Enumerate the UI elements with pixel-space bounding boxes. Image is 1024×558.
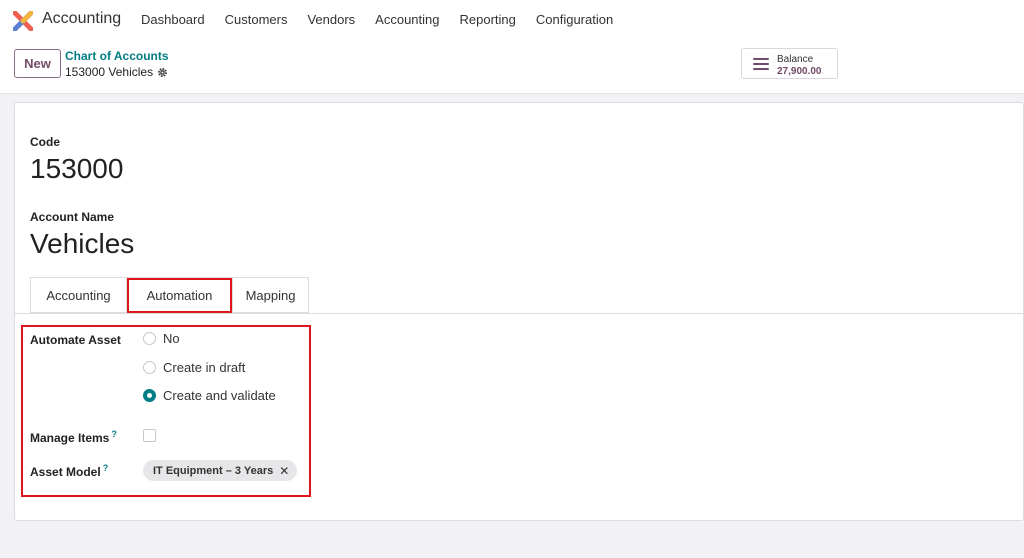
menu-reporting[interactable]: Reporting	[460, 12, 516, 27]
form-sheet: Code 153000 Account Name Vehicles Accoun…	[14, 102, 1024, 521]
menu-configuration[interactable]: Configuration	[536, 12, 613, 27]
bars-icon	[753, 58, 769, 71]
radio-create-in-draft-label: Create in draft	[163, 360, 246, 375]
menu-accounting[interactable]: Accounting	[375, 12, 439, 27]
account-name-value[interactable]: Vehicles	[30, 228, 134, 260]
asset-model-text: Asset Model	[30, 465, 101, 479]
code-label: Code	[30, 135, 60, 149]
radio-option-no[interactable]: No	[143, 331, 180, 346]
menu-customers[interactable]: Customers	[225, 12, 288, 27]
menu-dashboard[interactable]: Dashboard	[141, 12, 205, 27]
radio-no[interactable]	[143, 332, 156, 345]
automation-tab-highlight	[127, 278, 232, 313]
tab-accounting[interactable]: Accounting	[30, 277, 127, 313]
main-menu: Dashboard Customers Vendors Accounting R…	[141, 12, 633, 27]
app-logo-icon[interactable]	[13, 11, 33, 31]
help-icon[interactable]: ?	[103, 463, 109, 473]
tab-divider	[15, 313, 1023, 314]
radio-no-label: No	[163, 331, 180, 346]
asset-model-tag[interactable]: IT Equipment – 3 Years ✕	[143, 460, 298, 481]
asset-model-tag-label: IT Equipment – 3 Years	[153, 464, 274, 477]
code-value[interactable]: 153000	[30, 153, 123, 185]
control-panel: New Chart of Accounts 153000 Vehicles Ba…	[0, 40, 1024, 94]
gear-icon[interactable]	[157, 67, 168, 78]
automate-asset-label: Automate Asset	[30, 333, 121, 347]
radio-create-and-validate-label: Create and validate	[163, 388, 276, 403]
radio-option-create-in-draft[interactable]: Create in draft	[143, 360, 245, 375]
top-navbar: Accounting Dashboard Customers Vendors A…	[0, 0, 1024, 40]
manage-items-label: Manage Items?	[30, 429, 117, 445]
balance-label: Balance	[777, 54, 814, 65]
asset-model-label: Asset Model?	[30, 463, 108, 479]
radio-create-in-draft[interactable]	[143, 361, 156, 374]
breadcrumb-chart-of-accounts[interactable]: Chart of Accounts	[65, 49, 169, 63]
help-icon[interactable]: ?	[111, 429, 117, 439]
tab-mapping[interactable]: Mapping	[232, 277, 309, 313]
manage-items-checkbox[interactable]	[143, 429, 156, 442]
account-name-label: Account Name	[30, 210, 115, 224]
menu-vendors[interactable]: Vendors	[307, 12, 355, 27]
breadcrumb-current-label: 153000 Vehicles	[65, 65, 154, 79]
manage-items-text: Manage Items	[30, 431, 110, 445]
app-name[interactable]: Accounting	[42, 10, 121, 28]
new-button[interactable]: New	[14, 49, 61, 78]
breadcrumb-current: 153000 Vehicles	[65, 65, 168, 79]
balance-value: 27,900.00	[777, 66, 822, 77]
remove-tag-icon[interactable]: ✕	[279, 464, 289, 478]
balance-smart-button[interactable]: Balance 27,900.00	[741, 48, 838, 79]
radio-option-create-and-validate[interactable]: Create and validate	[143, 388, 276, 403]
radio-create-and-validate[interactable]	[143, 389, 156, 402]
